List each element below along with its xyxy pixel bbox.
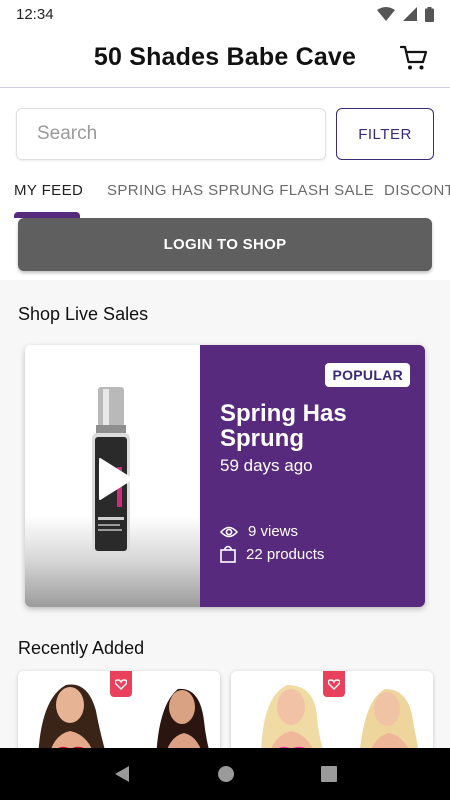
products-count: 22 products	[246, 545, 325, 563]
views-stat: 9 views	[220, 523, 298, 540]
filter-button[interactable]: FILTER	[336, 108, 434, 160]
tab-my-feed[interactable]: MY FEED	[14, 182, 83, 199]
status-bar: 12:34	[0, 0, 450, 28]
battery-icon	[425, 6, 434, 22]
live-sales-heading: Shop Live Sales	[18, 304, 149, 324]
back-icon[interactable]	[113, 765, 131, 783]
recents-icon[interactable]	[321, 766, 337, 782]
sale-info-panel: POPULAR Spring Has Sprung 59 days ago 9 …	[200, 345, 425, 607]
sale-video-thumbnail[interactable]	[25, 345, 200, 607]
feed-tabs: MY FEED SPRING HAS SPRUNG FLASH SALE DIS…	[0, 172, 450, 218]
heart-icon	[115, 678, 127, 690]
page-title: 50 Shades Babe Cave	[93, 43, 357, 71]
sale-name: Spring Has Sprung	[220, 400, 347, 452]
status-time: 12:34	[16, 5, 54, 23]
play-icon[interactable]	[98, 457, 134, 501]
tab-discont[interactable]: DISCONT	[384, 182, 450, 199]
live-sale-card[interactable]: POPULAR Spring Has Sprung 59 days ago 9 …	[25, 345, 425, 607]
views-count: 9 views	[248, 523, 299, 540]
bag-icon	[220, 545, 236, 563]
login-to-shop-button[interactable]: LOGIN TO SHOP	[18, 218, 432, 271]
products-stat: 22 products	[220, 545, 324, 563]
cart-button[interactable]	[398, 42, 430, 74]
wifi-icon	[377, 7, 395, 21]
home-icon[interactable]	[217, 765, 235, 783]
system-nav-bar	[0, 748, 450, 800]
search-input[interactable]	[16, 108, 326, 160]
heart-tag[interactable]	[110, 671, 132, 697]
cart-icon	[400, 45, 428, 70]
recently-added-heading: Recently Added	[18, 638, 145, 658]
app-header: 50 Shades Babe Cave	[0, 28, 450, 88]
heart-icon	[328, 678, 340, 690]
heart-tag[interactable]	[323, 671, 345, 697]
search-row: FILTER	[16, 108, 434, 160]
popular-badge: POPULAR	[325, 363, 410, 387]
status-icons	[377, 6, 434, 22]
tab-spring-sale[interactable]: SPRING HAS SPRUNG FLASH SALE	[107, 182, 374, 199]
signal-icon	[403, 7, 417, 21]
eye-icon	[220, 526, 238, 537]
sale-age: 59 days ago	[220, 456, 313, 475]
